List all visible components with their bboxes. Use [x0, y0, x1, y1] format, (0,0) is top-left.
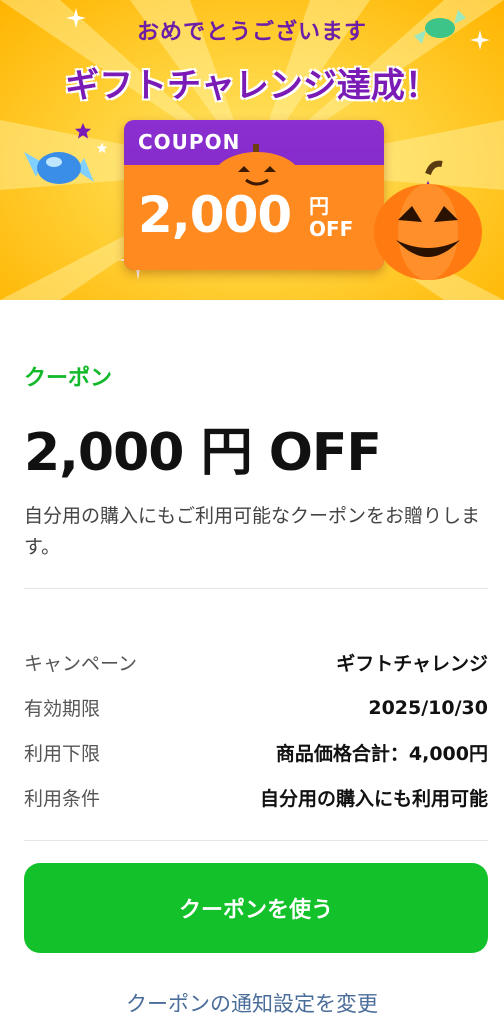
sparkle-icon [66, 8, 86, 28]
info-value: ギフトチャレンジ [336, 653, 488, 675]
info-value: 商品価格合計：4,000円 [275, 743, 488, 765]
pumpkin-icon [374, 160, 482, 280]
star-icon [74, 122, 92, 139]
use-coupon-button[interactable]: クーポンを使う [24, 863, 488, 953]
info-row-expiry: 有効期限 2025/10/30 [24, 685, 488, 730]
info-key: 利用条件 [24, 788, 101, 810]
pumpkin-icon [213, 144, 301, 188]
info-key: 有効期限 [24, 698, 101, 720]
info-row-conditions: 利用条件 自分用の購入にも利用可能 [24, 775, 488, 820]
info-key: キャンペーン [24, 653, 138, 675]
coupon-kind-label: クーポン [24, 366, 113, 391]
coupon-card-graphic: COUPON 2,000 円 OFF [124, 120, 384, 270]
coupon-card-yen: 円 [309, 194, 329, 218]
coupon-details-section: クーポン 2,000 円 OFF 自分用の購入にもご利用可能なクーポンをお贈りし… [24, 360, 484, 563]
info-value: 2025/10/30 [368, 696, 488, 719]
coupon-amount: 2,000 円 OFF [24, 423, 382, 483]
coupon-info-list: キャンペーン ギフトチャレンジ 有効期限 2025/10/30 利用下限 商品価… [24, 640, 488, 820]
banner-title: ギフトチャレンジ達成！ [65, 66, 439, 106]
hero-banner: おめでとうございます ギフトチャレンジ達成！ COUPON 2,000 円 OF… [0, 0, 504, 300]
info-row-minimum: 利用下限 商品価格合計：4,000円 [24, 730, 488, 775]
star-icon [96, 142, 108, 154]
divider [24, 840, 488, 841]
coupon-description: 自分用の購入にもご利用可能なクーポンをお贈りします。 [24, 505, 481, 558]
notification-settings-link[interactable]: クーポンの通知設定を変更 [0, 988, 504, 1018]
coupon-card-off: OFF [309, 217, 354, 241]
sparkle-icon [470, 30, 490, 50]
info-key: 利用下限 [24, 743, 101, 765]
info-row-campaign: キャンペーン ギフトチャレンジ [24, 640, 488, 685]
divider [24, 588, 488, 589]
candy-icon [414, 10, 466, 44]
candy-icon [24, 152, 94, 184]
coupon-card-amount: 2,000 [138, 186, 292, 244]
info-value: 自分用の購入にも利用可能 [259, 788, 488, 810]
